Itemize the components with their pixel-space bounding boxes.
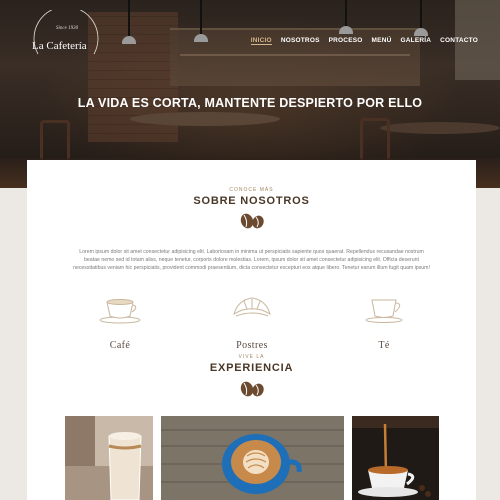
about-eyebrow: CONOCE MÁS bbox=[229, 187, 274, 193]
latte-glass-image bbox=[65, 416, 153, 500]
content-card: CONOCE MÁS SOBRE NOSOTROS Lorem ipsum do… bbox=[27, 160, 476, 500]
experience-title: EXPERIENCIA bbox=[209, 362, 294, 374]
tea-cup-icon bbox=[365, 299, 403, 323]
latte-art-image bbox=[161, 416, 344, 500]
coffee-cup-icon bbox=[99, 299, 141, 324]
experience-eyebrow: VIVE LA bbox=[238, 354, 265, 360]
coffee-beans-icon bbox=[240, 213, 264, 229]
main-nav: INICIO NOSOTROS PROCESO MENÚ GALERÍA CON… bbox=[250, 37, 478, 45]
gallery-photo-latte-glass[interactable] bbox=[65, 416, 153, 500]
gallery-photo-tea-pour[interactable] bbox=[352, 416, 439, 500]
feature-coffee: Café bbox=[75, 294, 165, 351]
brand-name: La Cafetería bbox=[32, 40, 87, 52]
coffee-beans-icon bbox=[240, 381, 264, 397]
nav-item-proceso[interactable]: PROCESO bbox=[329, 37, 363, 45]
feature-label: Postres bbox=[236, 340, 268, 351]
feature-tea: Té bbox=[339, 294, 429, 351]
nav-item-menu[interactable]: MENÚ bbox=[372, 37, 392, 45]
hero-lamp bbox=[194, 0, 208, 42]
gallery-photo-latte-art[interactable] bbox=[161, 416, 344, 500]
croissant-icon bbox=[233, 297, 271, 317]
about-title: SOBRE NOSOTROS bbox=[193, 195, 310, 207]
brand-logo[interactable]: Since 1930 La Cafetería bbox=[28, 10, 104, 66]
tea-pour-image bbox=[352, 416, 439, 500]
feature-label: Té bbox=[378, 340, 390, 351]
feature-label: Café bbox=[109, 340, 131, 351]
feature-desserts: Postres bbox=[207, 294, 297, 351]
hero-lamp bbox=[122, 0, 136, 44]
hero-table bbox=[380, 122, 500, 134]
brand-since: Since 1930 bbox=[56, 26, 79, 31]
about-text: Lorem ipsum dolor sit amet consectetur a… bbox=[73, 249, 430, 271]
hero-lamp bbox=[339, 0, 353, 34]
nav-item-nosotros[interactable]: NOSOTROS bbox=[281, 37, 320, 45]
nav-item-galeria[interactable]: GALERÍA bbox=[401, 37, 432, 45]
hero-table bbox=[130, 112, 280, 126]
nav-item-inicio[interactable]: INICIO bbox=[250, 37, 272, 45]
logo-circle-icon bbox=[33, 10, 99, 55]
nav-item-contacto[interactable]: CONTACTO bbox=[440, 37, 478, 45]
hero-lamp bbox=[414, 0, 428, 36]
hero-title: LA VIDA ES CORTA, MANTENTE DESPIERTO POR… bbox=[77, 96, 423, 110]
